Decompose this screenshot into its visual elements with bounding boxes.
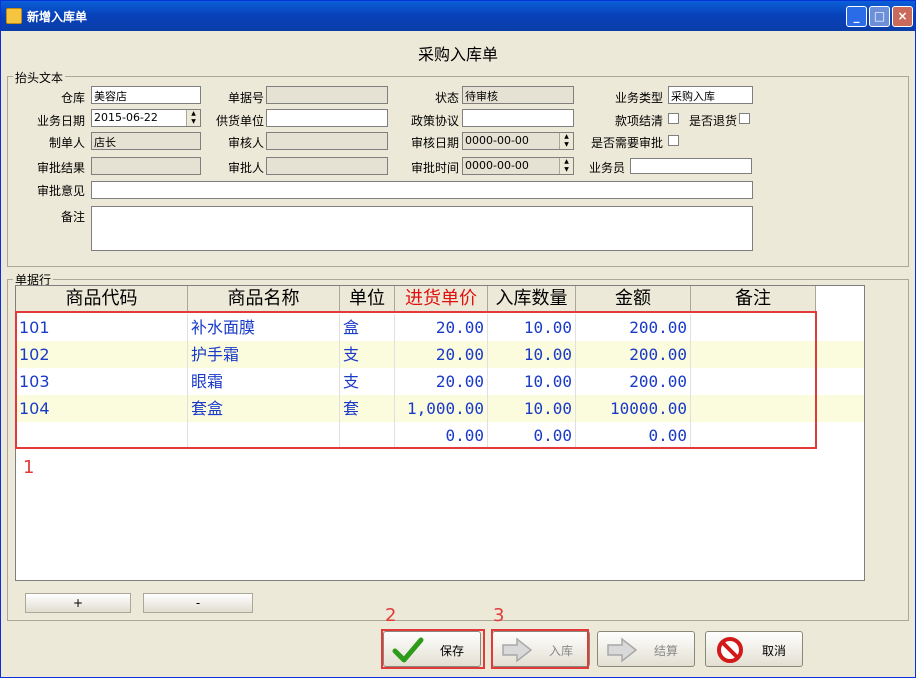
policy-field[interactable] <box>462 109 574 127</box>
need-approval-label: 是否需要审批 <box>590 136 663 150</box>
col-header-note[interactable]: 备注 <box>691 286 816 312</box>
review-date-field[interactable]: 0000-00-00 ▲ ▼ <box>462 132 574 150</box>
col-header-qty[interactable]: 入库数量 <box>488 286 576 312</box>
reviewer-field[interactable] <box>266 132 388 150</box>
review-date-spinner[interactable]: ▲ ▼ <box>559 133 573 149</box>
creator-field[interactable]: 店长 <box>91 132 201 150</box>
returned-label: 是否退货 <box>688 114 737 128</box>
biz-type-label: 业务类型 <box>614 91 663 105</box>
minimize-button[interactable]: _ <box>846 6 867 27</box>
need-approval-checkbox[interactable] <box>668 135 679 146</box>
annotation-label-3: 3 <box>493 605 505 626</box>
approve-opinion-field[interactable] <box>91 181 753 199</box>
salesman-field[interactable] <box>630 158 752 174</box>
settled-checkbox[interactable] <box>668 113 679 124</box>
approve-time-value: 0000-00-00 <box>465 159 529 172</box>
approve-time-spinner[interactable]: ▲ ▼ <box>559 158 573 174</box>
settle-button[interactable]: 结算 <box>597 631 695 667</box>
approve-time-field[interactable]: 0000-00-00 ▲ ▼ <box>462 157 574 175</box>
add-row-button[interactable]: + <box>25 593 131 613</box>
creator-label: 制单人 <box>48 136 85 150</box>
approve-result-label: 审批结果 <box>36 161 85 175</box>
review-date-label: 审核日期 <box>410 136 459 150</box>
warehouse-field[interactable]: 美容店 <box>91 86 201 104</box>
arrow-right-icon <box>607 637 638 663</box>
approver-field[interactable] <box>266 157 388 175</box>
doc-no-field[interactable] <box>266 86 388 104</box>
cancel-button[interactable]: 取消 <box>705 631 803 667</box>
header-group-label: 抬头文本 <box>13 69 66 86</box>
salesman-label: 业务员 <box>588 161 625 175</box>
status-label: 状态 <box>434 91 459 105</box>
col-header-unit[interactable]: 单位 <box>340 286 395 312</box>
settle-label: 结算 <box>653 644 678 658</box>
grid-header: 商品代码 商品名称 单位 进货单价 入库数量 金额 备注 <box>16 286 816 312</box>
annotation-box-3 <box>491 629 589 669</box>
supplier-field[interactable] <box>266 109 388 127</box>
close-icon: × <box>897 9 908 23</box>
col-header-amount[interactable]: 金额 <box>576 286 691 312</box>
maximize-button[interactable]: □ <box>869 6 890 27</box>
reviewer-label: 审核人 <box>227 136 264 150</box>
annotation-label-1: 1 <box>23 457 35 478</box>
cancel-label: 取消 <box>761 644 786 658</box>
returned-checkbox[interactable] <box>739 113 750 124</box>
client-area: 采购入库单 抬头文本 仓库 美容店 单据号 状态 待审核 业务类型 采购入库 业… <box>5 31 911 675</box>
biz-date-value: 2015-06-22 <box>94 111 158 124</box>
doc-no-label: 单据号 <box>227 91 264 105</box>
review-date-value: 0000-00-00 <box>465 134 529 147</box>
window-title: 新增入库单 <box>27 10 88 24</box>
cancel-icon <box>717 637 743 663</box>
annotation-label-2: 2 <box>385 605 397 626</box>
annotation-box-2 <box>381 629 485 669</box>
settled-label: 款项结清 <box>614 114 663 128</box>
col-header-price[interactable]: 进货单价 <box>395 286 488 312</box>
policy-label: 政策协议 <box>410 114 459 128</box>
dialog-window: 新增入库单 _ □ × 采购入库单 抬头文本 仓库 美容店 单据号 状态 待审核… <box>0 0 916 678</box>
col-header-name[interactable]: 商品名称 <box>188 286 340 312</box>
approve-result-field[interactable] <box>91 157 201 175</box>
approver-label: 审批人 <box>227 161 264 175</box>
remove-row-button[interactable]: - <box>143 593 253 613</box>
biz-date-field[interactable]: 2015-06-22 ▲ ▼ <box>91 109 201 127</box>
supplier-label: 供货单位 <box>215 114 264 128</box>
close-button[interactable]: × <box>892 6 913 27</box>
biz-type-field[interactable]: 采购入库 <box>668 86 753 104</box>
remark-field[interactable] <box>91 206 753 251</box>
annotation-box-1 <box>15 311 817 449</box>
status-field[interactable]: 待审核 <box>462 86 574 104</box>
minimize-icon: _ <box>853 9 860 23</box>
col-header-code[interactable]: 商品代码 <box>16 286 188 312</box>
form-title: 采购入库单 <box>417 45 498 64</box>
approve-time-label: 审批时间 <box>410 161 459 175</box>
biz-date-label: 业务日期 <box>36 114 85 128</box>
remark-label: 备注 <box>60 210 85 224</box>
approve-opinion-label: 审批意见 <box>36 184 85 198</box>
app-icon <box>6 8 22 24</box>
biz-date-spinner[interactable]: ▲ ▼ <box>186 110 200 126</box>
title-bar[interactable]: 新增入库单 _ □ × <box>1 1 915 31</box>
maximize-icon: □ <box>873 9 886 23</box>
warehouse-label: 仓库 <box>60 91 85 105</box>
